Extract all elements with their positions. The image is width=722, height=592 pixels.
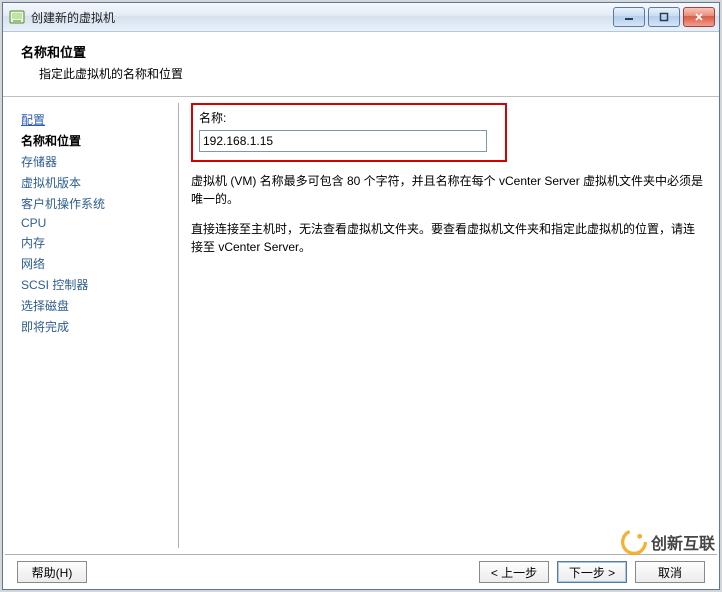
description-2: 直接连接至主机时，无法查看虚拟机文件夹。要查看虚拟机文件夹和指定此虚拟机的位置，… [191, 220, 705, 256]
step-name-location: 名称和位置 [21, 130, 178, 151]
maximize-button[interactable] [648, 7, 680, 27]
name-input[interactable] [199, 130, 487, 152]
help-button[interactable]: 帮助(H) [17, 561, 87, 583]
description-1: 虚拟机 (VM) 名称最多可包含 80 个字符，并且名称在每个 vCenter … [191, 172, 705, 208]
wizard-steps: 配置 名称和位置 存储器 虚拟机版本 客户机操作系统 CPU 内存 网络 SCS… [9, 103, 179, 548]
window-title: 创建新的虚拟机 [31, 9, 607, 26]
dialog-window: 创建新的虚拟机 名称和位置 指定此虚拟机的名称和位置 配置 名称和位置 存储器 … [2, 2, 720, 590]
wizard-header: 名称和位置 指定此虚拟机的名称和位置 [3, 32, 719, 97]
step-ready: 即将完成 [21, 316, 178, 337]
cancel-button[interactable]: 取消 [635, 561, 705, 583]
step-scsi: SCSI 控制器 [21, 274, 178, 295]
step-cpu: CPU [21, 214, 178, 232]
close-button[interactable] [683, 7, 715, 27]
wizard-body: 配置 名称和位置 存储器 虚拟机版本 客户机操作系统 CPU 内存 网络 SCS… [3, 97, 719, 554]
step-disk: 选择磁盘 [21, 295, 178, 316]
next-button[interactable]: 下一步 > [557, 561, 627, 583]
step-memory: 内存 [21, 232, 178, 253]
name-label: 名称: [199, 109, 499, 126]
window-buttons [613, 7, 715, 27]
step-config[interactable]: 配置 [21, 109, 178, 130]
back-button[interactable]: < 上一步 [479, 561, 549, 583]
step-guest-os: 客户机操作系统 [21, 193, 178, 214]
app-icon [9, 9, 25, 25]
step-storage: 存储器 [21, 151, 178, 172]
page-subtitle: 指定此虚拟机的名称和位置 [21, 65, 701, 82]
step-network: 网络 [21, 253, 178, 274]
wizard-footer: 帮助(H) < 上一步 下一步 > 取消 [3, 555, 719, 589]
wizard-content: 名称: 虚拟机 (VM) 名称最多可包含 80 个字符，并且名称在每个 vCen… [179, 97, 719, 554]
page-title: 名称和位置 [21, 42, 701, 61]
step-vm-version: 虚拟机版本 [21, 172, 178, 193]
titlebar: 创建新的虚拟机 [3, 3, 719, 32]
highlighted-region: 名称: [191, 103, 507, 162]
minimize-button[interactable] [613, 7, 645, 27]
